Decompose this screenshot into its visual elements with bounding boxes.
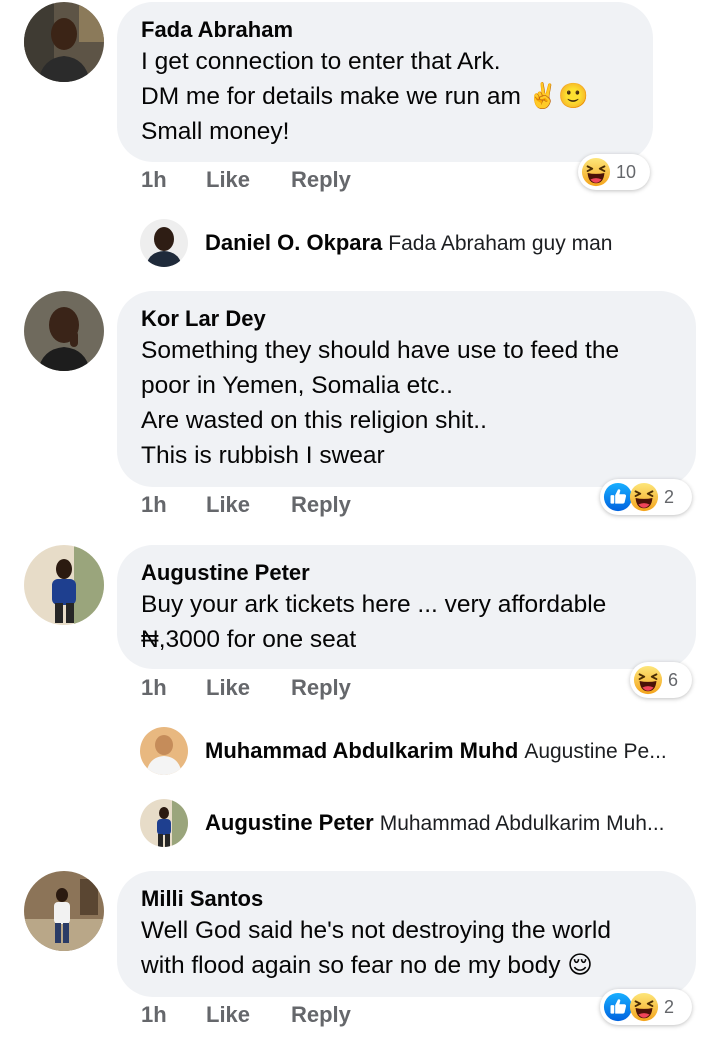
- comment-time[interactable]: 1h: [141, 1000, 167, 1030]
- comment-author[interactable]: Kor Lar Dey: [141, 305, 670, 333]
- comment-text: Small money!: [141, 118, 290, 145]
- avatar[interactable]: [24, 871, 104, 951]
- reaction-count: 6: [668, 669, 679, 690]
- comment-bubble: Augustine Peter Buy your ark tickets her…: [117, 545, 696, 669]
- haha-icon: [581, 157, 611, 187]
- comment-time[interactable]: 1h: [141, 673, 167, 703]
- like-button[interactable]: Like: [206, 490, 250, 520]
- reply-preview: Muhammad Abdulkarim Muh...: [379, 812, 665, 835]
- reply-author[interactable]: Muhammad Abdulkarim Muhd: [205, 738, 518, 763]
- avatar[interactable]: [24, 291, 104, 371]
- reply-button[interactable]: Reply: [291, 673, 351, 703]
- reaction-count: 2: [664, 486, 675, 507]
- comment-text: This is rubbish I swear: [141, 442, 385, 469]
- like-button[interactable]: Like: [206, 673, 250, 703]
- reaction-summary[interactable]: 2: [600, 479, 692, 515]
- comment-time[interactable]: 1h: [141, 165, 167, 195]
- comment-bubble: Fada Abraham I get connection to enter t…: [117, 2, 653, 162]
- collapsed-reply[interactable]: Augustine Peter Muhammad Abdulkarim Muh..…: [205, 808, 665, 838]
- reply-button[interactable]: Reply: [291, 1000, 351, 1030]
- reply-preview: Augustine Pe...: [524, 740, 667, 763]
- avatar[interactable]: [24, 545, 104, 625]
- reply-avatar[interactable]: [140, 219, 188, 267]
- collapsed-reply[interactable]: Daniel O. Okpara Fada Abraham guy man: [205, 228, 612, 258]
- comment-text: DM me for details make we run am ✌️🙂: [141, 83, 589, 110]
- comment-text: poor in Yemen, Somalia etc..: [141, 372, 453, 399]
- reply-button[interactable]: Reply: [291, 165, 351, 195]
- like-button[interactable]: Like: [206, 165, 250, 195]
- comment-bubble: Milli Santos Well God said he's not dest…: [117, 871, 696, 997]
- comment-text: Are wasted on this religion shit..: [141, 407, 487, 434]
- reply-preview: Fada Abraham guy man: [388, 232, 613, 255]
- comment-time[interactable]: 1h: [141, 490, 167, 520]
- reply-author[interactable]: Augustine Peter: [205, 810, 374, 835]
- comment-text: ₦,3000 for one seat: [141, 626, 357, 653]
- comment-bubble: Kor Lar Dey Something they should have u…: [117, 291, 696, 487]
- comment-text: I get connection to enter that Ark.: [141, 48, 501, 75]
- reply-avatar[interactable]: [140, 799, 188, 847]
- comment-author[interactable]: Milli Santos: [141, 885, 670, 913]
- reaction-count: 10: [616, 161, 637, 182]
- collapsed-reply[interactable]: Muhammad Abdulkarim Muhd Augustine Pe...: [205, 736, 667, 766]
- comment-author[interactable]: Fada Abraham: [141, 16, 627, 44]
- comment-text: Something they should have use to feed t…: [141, 337, 620, 364]
- haha-icon: [629, 482, 659, 512]
- reply-button[interactable]: Reply: [291, 490, 351, 520]
- comment-author[interactable]: Augustine Peter: [141, 559, 670, 587]
- avatar[interactable]: [24, 2, 104, 82]
- reaction-summary[interactable]: 6: [630, 662, 692, 698]
- haha-icon: [633, 665, 663, 695]
- comment-text: with flood again so fear no de my body 😌: [141, 952, 593, 979]
- reaction-count: 2: [664, 996, 675, 1017]
- comment-text: Buy your ark tickets here ... very affor…: [141, 591, 607, 618]
- reaction-summary[interactable]: 10: [578, 154, 650, 190]
- comment-text: Well God said he's not destroying the wo…: [141, 917, 611, 944]
- haha-icon: [629, 992, 659, 1022]
- reply-author[interactable]: Daniel O. Okpara: [205, 230, 382, 255]
- reply-avatar[interactable]: [140, 727, 188, 775]
- like-button[interactable]: Like: [206, 1000, 250, 1030]
- reaction-summary[interactable]: 2: [600, 989, 692, 1025]
